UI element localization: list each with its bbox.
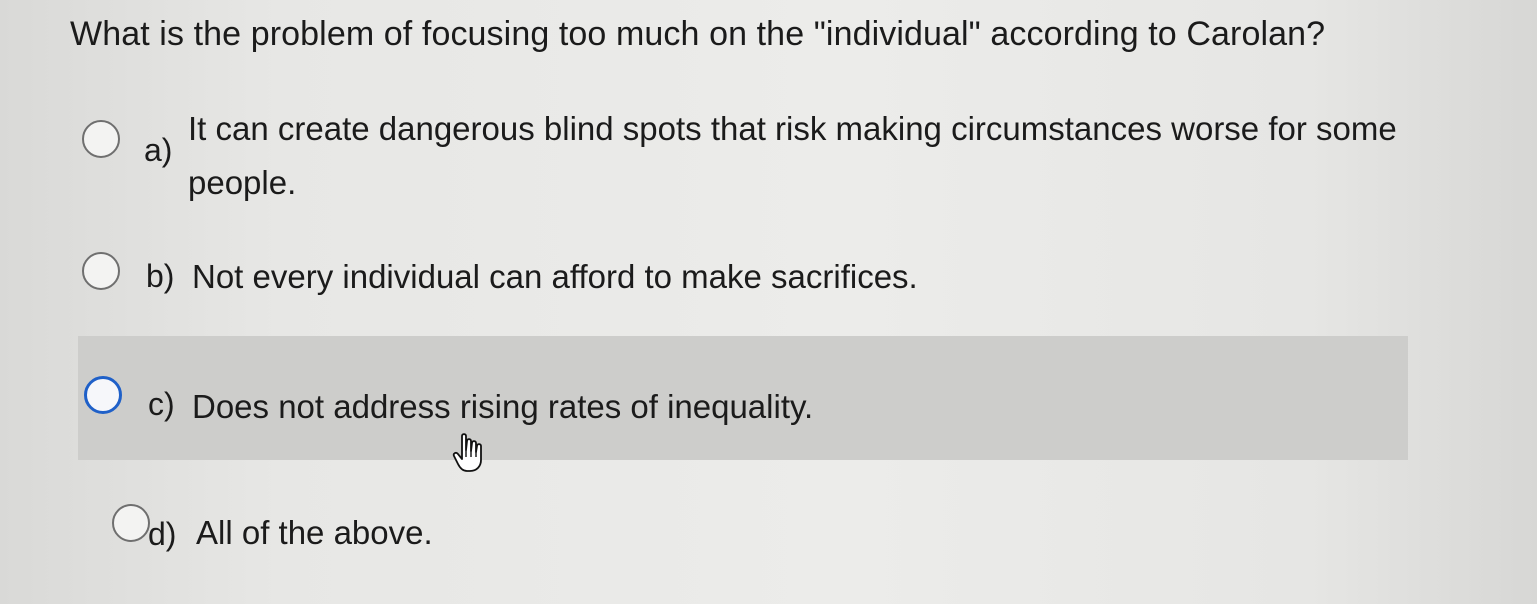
radio-button-icon[interactable] — [82, 252, 120, 290]
option-letter: b) — [146, 258, 175, 294]
option-letter: a) — [144, 132, 173, 168]
option-text: Does not address rising rates of inequal… — [192, 388, 814, 425]
quiz-page: What is the problem of focusing too much… — [0, 0, 1537, 604]
option-text: It can create dangerous blind spots that… — [188, 110, 1397, 201]
answer-option-a[interactable]: a) It can create dangerous blind spots t… — [78, 102, 1408, 212]
answer-option-d[interactable]: d) All of the above. — [78, 494, 1408, 564]
radio-button-icon[interactable] — [112, 504, 150, 542]
answer-option-b[interactable]: b) Not every individual can afford to ma… — [78, 240, 1408, 310]
radio-button-icon[interactable] — [82, 120, 120, 158]
question-text: What is the problem of focusing too much… — [70, 15, 1326, 53]
hand-pointer-icon — [452, 433, 482, 472]
radio-button-icon[interactable] — [84, 376, 122, 414]
answer-option-c[interactable]: c) Does not address rising rates of ineq… — [78, 336, 1408, 460]
option-letter: c) — [148, 386, 175, 422]
option-text: Not every individual can afford to make … — [192, 258, 918, 295]
option-text: All of the above. — [196, 514, 433, 551]
option-letter: d) — [148, 516, 177, 552]
